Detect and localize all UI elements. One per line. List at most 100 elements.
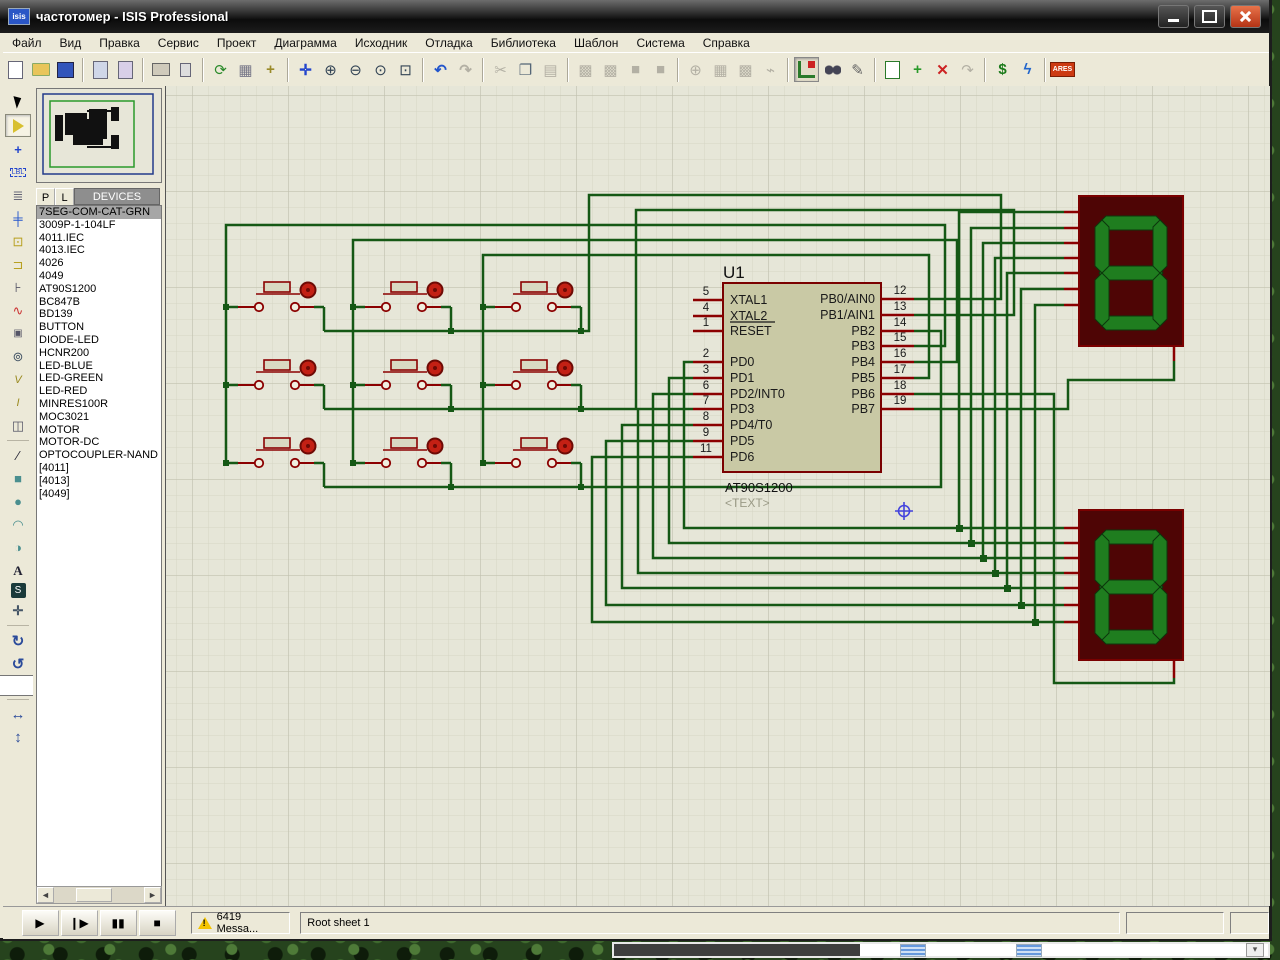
text-script-tool[interactable]: ≣ xyxy=(6,185,30,206)
device-item[interactable]: OPTOCOUPLER-NAND xyxy=(37,449,161,462)
device-item[interactable]: 7SEG-COM-CAT-GRN xyxy=(37,206,161,219)
copy-icon[interactable]: ❐ xyxy=(514,58,537,81)
block-rotate-icon[interactable]: ■ xyxy=(624,58,647,81)
menu-template[interactable]: Шаблон xyxy=(565,34,627,52)
maximize-button[interactable] xyxy=(1194,5,1225,28)
block-move-icon[interactable]: ▩ xyxy=(599,58,622,81)
device-item[interactable]: LED-BLUE xyxy=(37,360,161,373)
schematic-overview-map[interactable] xyxy=(36,88,162,183)
bom-icon[interactable]: $ xyxy=(991,58,1014,81)
device-item[interactable]: BUTTON xyxy=(37,321,161,334)
messages-button[interactable]: 6419 Messa... xyxy=(191,912,291,934)
zoom-out-icon[interactable]: ⊖ xyxy=(344,58,367,81)
pick-device-icon[interactable]: ⊕ xyxy=(684,58,707,81)
title-bar[interactable]: isis частотомер - ISIS Professional xyxy=(0,0,1269,33)
grid-icon[interactable]: ▦ xyxy=(234,58,257,81)
voltage-probe-tool[interactable]: V xyxy=(6,369,30,390)
pan-icon[interactable]: ✛ xyxy=(294,58,317,81)
cut-icon[interactable]: ✂ xyxy=(489,58,512,81)
device-item[interactable]: 4026 xyxy=(37,257,161,270)
close-button[interactable] xyxy=(1230,5,1261,28)
open-icon[interactable] xyxy=(29,58,52,81)
menu-tools[interactable]: Сервис xyxy=(149,34,208,52)
export-icon[interactable] xyxy=(114,58,137,81)
undo-icon[interactable]: ↶ xyxy=(429,58,452,81)
device-item[interactable]: 4049 xyxy=(37,270,161,283)
redo-icon[interactable]: ↷ xyxy=(454,58,477,81)
subcircuit-tool[interactable]: ⊡ xyxy=(6,231,30,252)
mark-area-icon[interactable] xyxy=(174,58,197,81)
menu-source[interactable]: Исходник xyxy=(346,34,416,52)
scroll-right-icon[interactable]: ► xyxy=(144,887,161,903)
menu-library[interactable]: Библиотека xyxy=(482,34,565,52)
flip-horizontal-button[interactable]: ↔ xyxy=(6,704,30,725)
text-2d-tool[interactable]: A xyxy=(6,560,30,581)
bus-tool[interactable]: ╪ xyxy=(6,208,30,229)
chip-u1[interactable]: U1 AT90S1200 <TEXT> XTAL1 XTAL2 RESET PD… xyxy=(693,263,914,510)
device-item[interactable]: BC847B xyxy=(37,296,161,309)
current-probe-tool[interactable]: I xyxy=(6,392,30,413)
wire-label-tool[interactable]: LBL xyxy=(6,162,30,183)
import-icon[interactable] xyxy=(89,58,112,81)
step-button[interactable]: ❙▶ xyxy=(61,910,98,936)
component-mode-tool[interactable] xyxy=(5,114,31,137)
device-item[interactable]: 4011.IEC xyxy=(37,232,161,245)
ares-icon[interactable]: ARES xyxy=(1051,58,1074,81)
device-item[interactable]: [4011] xyxy=(37,462,161,475)
circle-2d-tool[interactable]: ● xyxy=(6,491,30,512)
origin-icon[interactable]: + xyxy=(259,58,282,81)
new-icon[interactable] xyxy=(4,58,27,81)
stop-button[interactable]: ■ xyxy=(139,910,176,936)
marker-2d-tool[interactable]: ✛ xyxy=(6,600,30,621)
save-icon[interactable] xyxy=(54,58,77,81)
device-list-scrollbar[interactable]: ◄ ► xyxy=(36,886,162,904)
path-2d-tool[interactable]: ◑ xyxy=(6,537,30,558)
zoom-all-icon[interactable]: ⊙ xyxy=(369,58,392,81)
redraw-icon[interactable]: ⟳ xyxy=(209,58,232,81)
search-tag-icon[interactable] xyxy=(821,58,844,81)
minimize-button[interactable] xyxy=(1158,5,1189,28)
device-item[interactable]: MOTOR-DC xyxy=(37,436,161,449)
device-item[interactable]: 3009P-1-104LF xyxy=(37,219,161,232)
make-device-icon[interactable]: ▦ xyxy=(709,58,732,81)
seven-segment-display-top[interactable] xyxy=(1079,196,1183,346)
generator-tool[interactable]: ⊚ xyxy=(6,346,30,367)
wire-autorouter-icon[interactable] xyxy=(794,57,819,82)
device-item[interactable]: LED-RED xyxy=(37,385,161,398)
new-sheet-icon[interactable] xyxy=(881,58,904,81)
menu-system[interactable]: Система xyxy=(627,34,693,52)
flip-vertical-button[interactable]: ↕ xyxy=(6,727,30,748)
block-delete-icon[interactable]: ■ xyxy=(649,58,672,81)
seven-segment-display-bottom[interactable] xyxy=(1079,510,1183,660)
paste-icon[interactable]: ▤ xyxy=(539,58,562,81)
graph-tool[interactable]: ∿ xyxy=(6,300,30,321)
device-item[interactable]: HCNR200 xyxy=(37,347,161,360)
device-item[interactable]: [4049] xyxy=(37,488,161,501)
add-sheet-icon[interactable]: + xyxy=(906,58,929,81)
junction-dot-tool[interactable]: + xyxy=(6,139,30,160)
device-item[interactable]: DIODE-LED xyxy=(37,334,161,347)
box-2d-tool[interactable]: ■ xyxy=(6,468,30,489)
rotate-cw-button[interactable]: ↻ xyxy=(6,630,30,651)
decompose-icon[interactable]: ⌁ xyxy=(759,58,782,81)
property-tool-icon[interactable]: ✎ xyxy=(846,58,869,81)
menu-design[interactable]: Проект xyxy=(208,34,266,52)
remove-sheet-icon[interactable]: ✕ xyxy=(931,58,954,81)
schematic-canvas[interactable]: U1 AT90S1200 <TEXT> XTAL1 XTAL2 RESET PD… xyxy=(165,86,1270,906)
chevron-down-icon[interactable]: ▾ xyxy=(1246,943,1264,957)
zoom-in-icon[interactable]: ⊕ xyxy=(319,58,342,81)
rotate-ccw-button[interactable]: ↺ xyxy=(6,653,30,674)
scroll-left-icon[interactable]: ◄ xyxy=(37,887,54,903)
device-item[interactable]: MINRES100R xyxy=(37,398,161,411)
device-item[interactable]: 4013.IEC xyxy=(37,244,161,257)
scrollbar-thumb[interactable] xyxy=(76,888,112,902)
print-icon[interactable] xyxy=(149,58,172,81)
device-item[interactable]: MOTOR xyxy=(37,424,161,437)
arc-2d-tool[interactable]: ◠ xyxy=(6,514,30,535)
menu-debug[interactable]: Отладка xyxy=(416,34,481,52)
virtual-instrument-tool[interactable]: ◫ xyxy=(6,415,30,436)
device-item[interactable]: AT90S1200 xyxy=(37,283,161,296)
zoom-area-icon[interactable]: ⊡ xyxy=(394,58,417,81)
goto-sheet-icon[interactable]: ↷ xyxy=(956,58,979,81)
device-pin-tool[interactable]: ⊦ xyxy=(6,277,30,298)
